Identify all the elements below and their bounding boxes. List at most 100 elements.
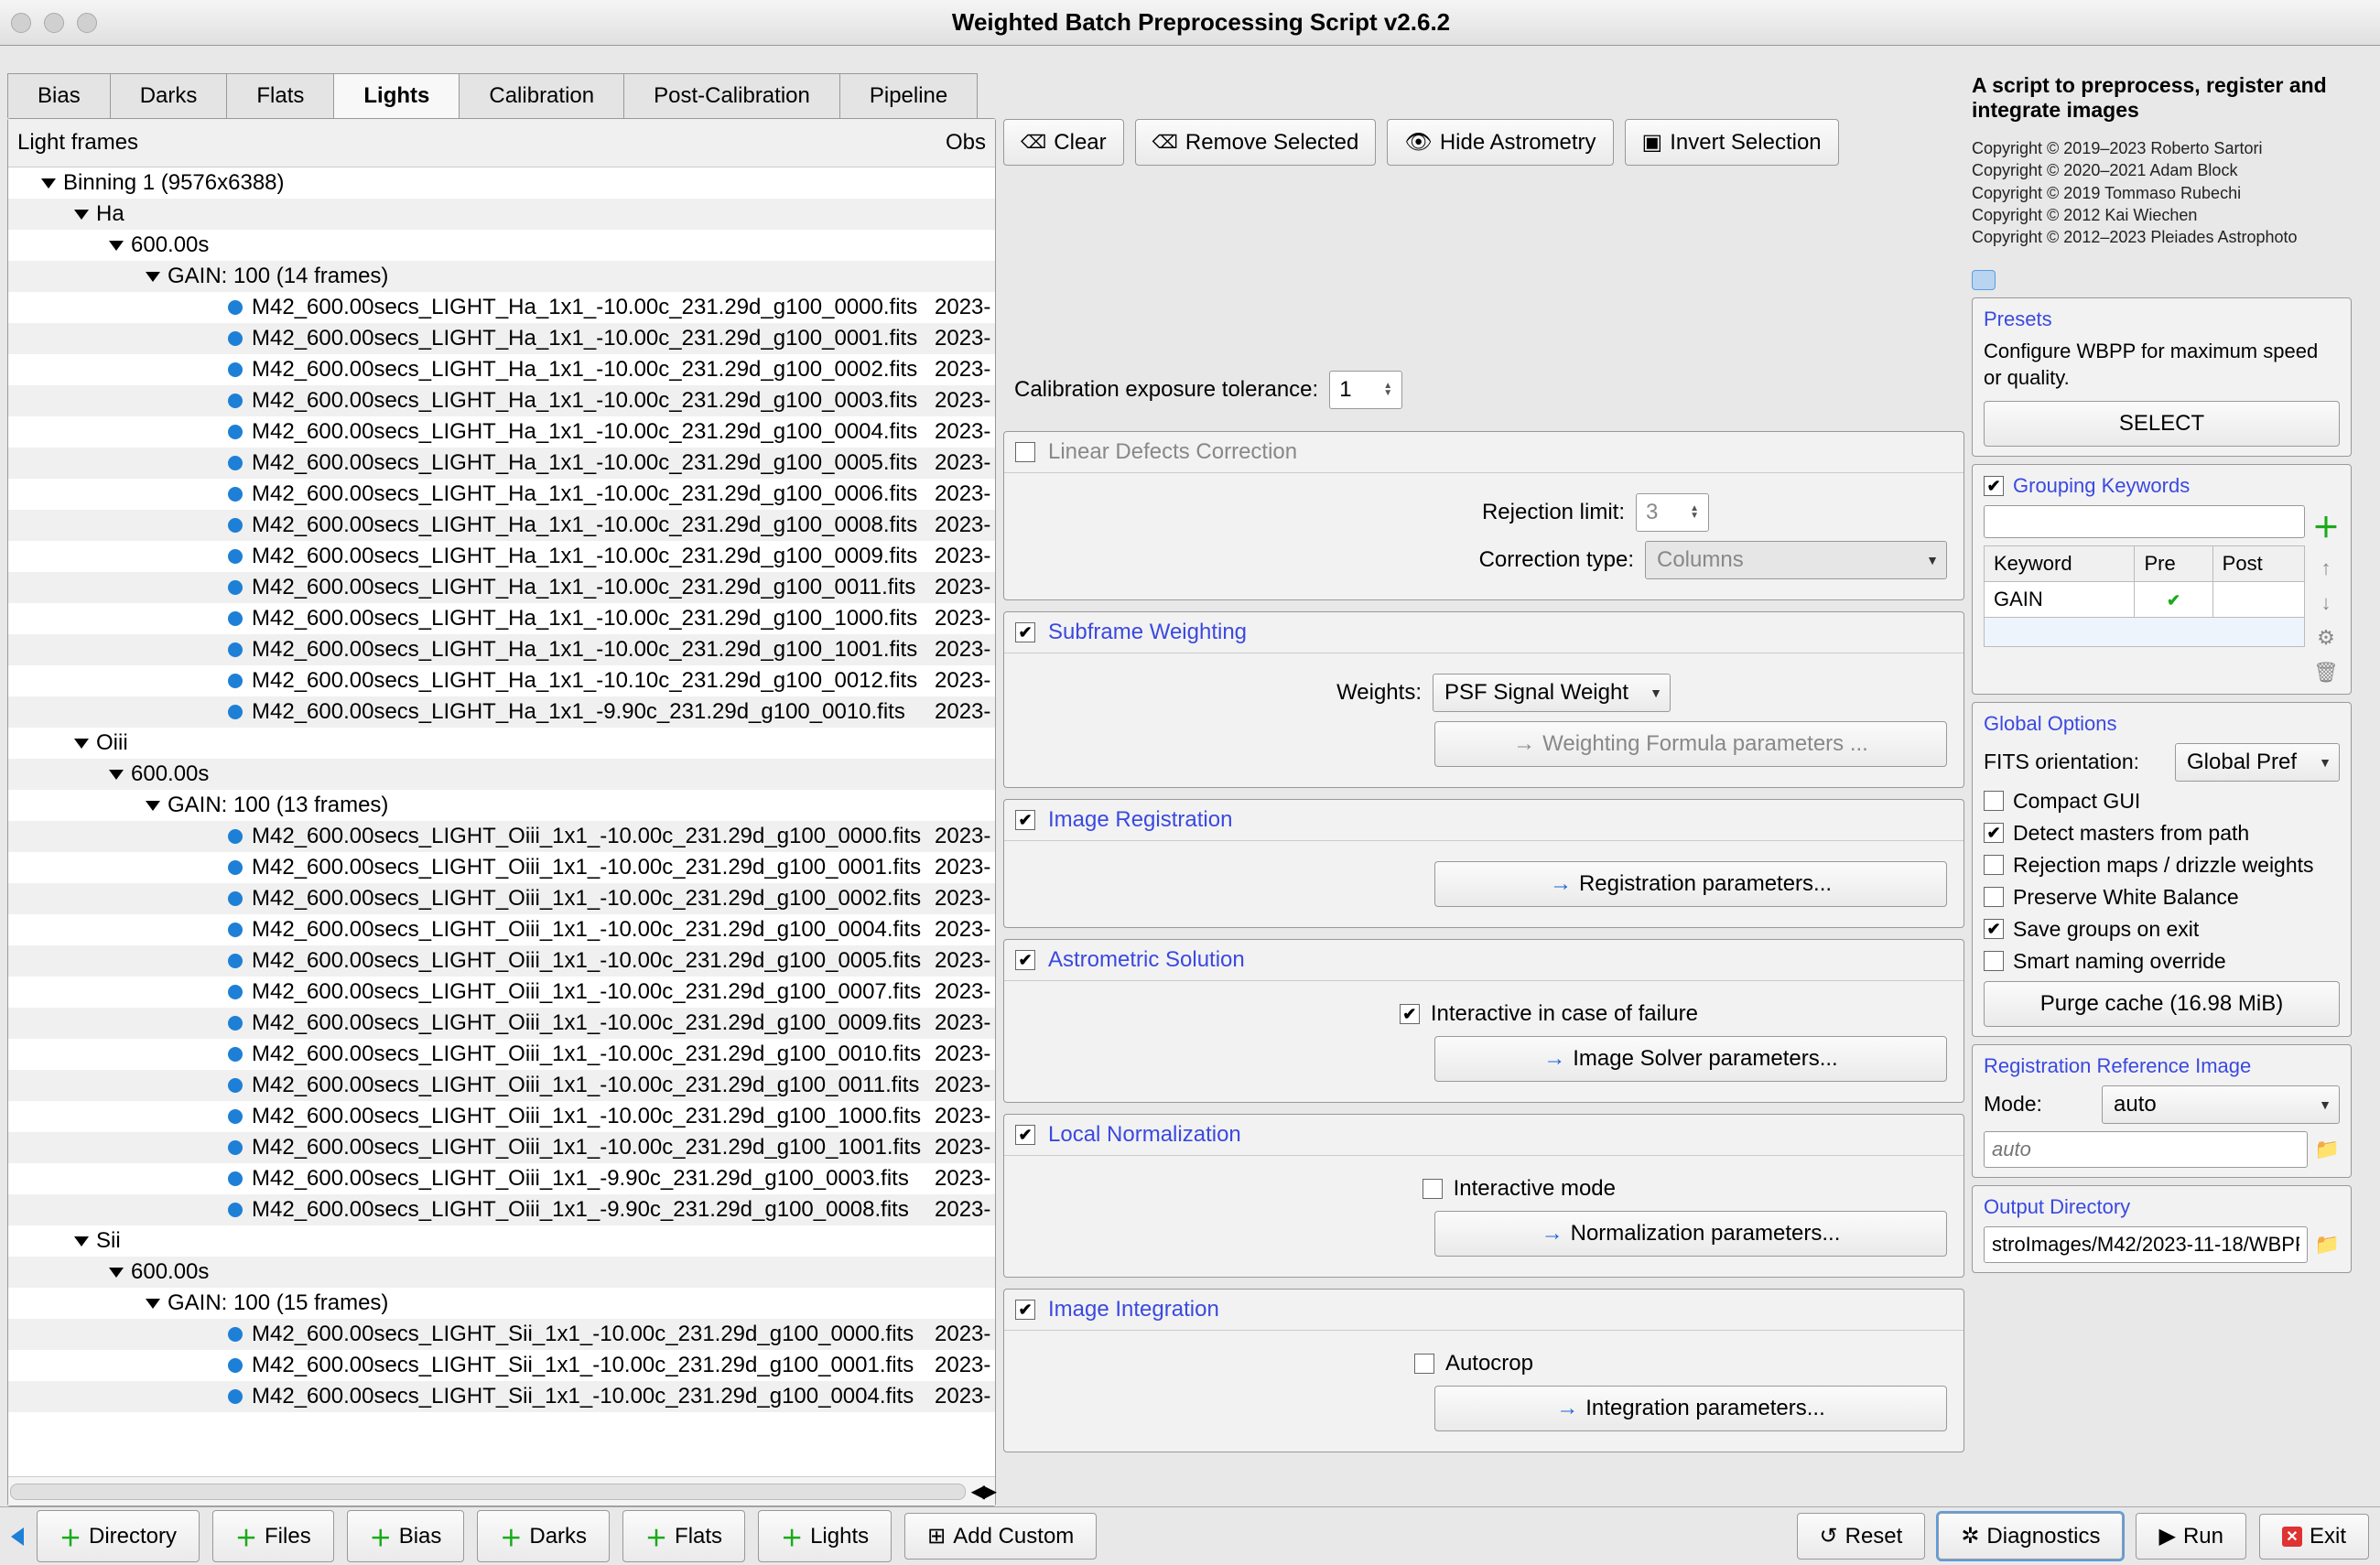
minimize-window[interactable] (44, 13, 64, 33)
tree-file-row[interactable]: M42_600.00secs_LIGHT_Oiii_1x1_-10.00c_23… (8, 852, 995, 883)
tree-file-row[interactable]: M42_600.00secs_LIGHT_Ha_1x1_-10.00c_231.… (8, 479, 995, 510)
expand-icon[interactable] (109, 770, 124, 780)
tree-file-row[interactable]: M42_600.00secs_LIGHT_Ha_1x1_-10.00c_231.… (8, 385, 995, 416)
tree-file-row[interactable]: M42_600.00secs_LIGHT_Oiii_1x1_-10.00c_23… (8, 1008, 995, 1039)
tab-flats[interactable]: Flats (226, 73, 334, 118)
preserve-wb-checkbox[interactable] (1984, 887, 2004, 907)
tree-group-row[interactable]: GAIN: 100 (14 frames) (8, 261, 995, 292)
rejection-maps-checkbox[interactable] (1984, 855, 2004, 875)
add-flats-button[interactable]: ＋Flats (622, 1510, 745, 1562)
grouping-keyword-input[interactable] (1984, 505, 2305, 538)
image-integration-checkbox[interactable] (1015, 1300, 1035, 1320)
tree-file-row[interactable]: M42_600.00secs_LIGHT_Oiii_1x1_-10.00c_23… (8, 914, 995, 945)
tree-file-row[interactable]: M42_600.00secs_LIGHT_Sii_1x1_-10.00c_231… (8, 1319, 995, 1350)
tree-file-row[interactable]: M42_600.00secs_LIGHT_Oiii_1x1_-10.00c_23… (8, 1039, 995, 1070)
gear-icon[interactable]: ⚙ (2317, 626, 2335, 650)
exit-button[interactable]: ✕Exit (2259, 1514, 2369, 1560)
tree-group-row[interactable]: GAIN: 100 (13 frames) (8, 790, 995, 821)
clear-button[interactable]: ⌫Clear (1003, 119, 1124, 166)
diagnostics-button[interactable]: ✲Diagnostics (1938, 1513, 2123, 1560)
tree-file-row[interactable]: M42_600.00secs_LIGHT_Oiii_1x1_-10.00c_23… (8, 1070, 995, 1101)
reset-button[interactable]: ↺Reset (1797, 1513, 1926, 1560)
move-up-button[interactable]: ↑ (2321, 556, 2331, 580)
tree-file-row[interactable]: M42_600.00secs_LIGHT_Oiii_1x1_-10.00c_23… (8, 821, 995, 852)
presets-select-button[interactable]: SELECT (1984, 401, 2340, 447)
tree-file-row[interactable]: M42_600.00secs_LIGHT_Sii_1x1_-10.00c_231… (8, 1350, 995, 1381)
expand-icon[interactable] (74, 210, 89, 220)
tree-file-row[interactable]: M42_600.00secs_LIGHT_Ha_1x1_-10.00c_231.… (8, 323, 995, 354)
add-bias-button[interactable]: ＋Bias (347, 1510, 465, 1562)
tree-file-row[interactable]: M42_600.00secs_LIGHT_Oiii_1x1_-9.90c_231… (8, 1194, 995, 1225)
run-button[interactable]: ▶Run (2136, 1513, 2246, 1560)
add-custom-button[interactable]: ⊞Add Custom (904, 1513, 1097, 1560)
tree-file-row[interactable]: M42_600.00secs_LIGHT_Oiii_1x1_-10.00c_23… (8, 977, 995, 1008)
tree-file-row[interactable]: M42_600.00secs_LIGHT_Ha_1x1_-10.00c_231.… (8, 292, 995, 323)
tree-file-row[interactable]: M42_600.00secs_LIGHT_Oiii_1x1_-10.00c_23… (8, 1101, 995, 1132)
tab-post-calibration[interactable]: Post-Calibration (623, 73, 840, 118)
save-groups-checkbox[interactable] (1984, 919, 2004, 939)
tree-group-row[interactable]: Ha (8, 199, 995, 230)
kw-row[interactable]: GAIN (1985, 581, 2305, 617)
close-window[interactable] (11, 13, 31, 33)
expand-icon[interactable] (146, 801, 160, 811)
speech-bubble-icon[interactable] (1972, 270, 1996, 290)
add-darks-button[interactable]: ＋Darks (477, 1510, 610, 1562)
output-directory-input[interactable] (1984, 1226, 2308, 1263)
fits-orientation-select[interactable]: Global Pref▼ (2175, 743, 2340, 782)
tree-file-row[interactable]: M42_600.00secs_LIGHT_Ha_1x1_-10.00c_231.… (8, 510, 995, 541)
expand-icon[interactable] (74, 739, 89, 749)
tree-file-row[interactable]: M42_600.00secs_LIGHT_Ha_1x1_-10.00c_231.… (8, 448, 995, 479)
expand-icon[interactable] (74, 1236, 89, 1247)
collapse-icon[interactable] (11, 1527, 24, 1546)
expand-icon[interactable] (146, 272, 160, 282)
astrometric-solution-checkbox[interactable] (1015, 950, 1035, 970)
expand-icon[interactable] (109, 1268, 124, 1278)
tab-lights[interactable]: Lights (333, 73, 460, 118)
invert-selection-button[interactable]: ▣Invert Selection (1625, 119, 1839, 166)
tree-file-row[interactable]: M42_600.00secs_LIGHT_Ha_1x1_-10.00c_231.… (8, 541, 995, 572)
expand-icon[interactable] (41, 178, 56, 189)
tree-file-row[interactable]: M42_600.00secs_LIGHT_Sii_1x1_-10.00c_231… (8, 1381, 995, 1412)
add-lights-button[interactable]: ＋Lights (758, 1510, 892, 1562)
tree-file-row[interactable]: M42_600.00secs_LIGHT_Ha_1x1_-10.00c_231.… (8, 354, 995, 385)
tree-file-row[interactable]: M42_600.00secs_LIGHT_Oiii_1x1_-10.00c_23… (8, 1132, 995, 1163)
local-normalization-checkbox[interactable] (1015, 1125, 1035, 1145)
tree-file-row[interactable]: M42_600.00secs_LIGHT_Ha_1x1_-10.10c_231.… (8, 665, 995, 696)
smart-naming-checkbox[interactable] (1984, 951, 2004, 971)
folder-icon[interactable]: 📁 (2315, 1233, 2340, 1257)
grouping-keywords-checkbox[interactable] (1984, 476, 2004, 496)
tree-file-row[interactable]: M42_600.00secs_LIGHT_Ha_1x1_-10.00c_231.… (8, 416, 995, 448)
reg-ref-mode-select[interactable]: auto▼ (2102, 1085, 2340, 1124)
move-down-button[interactable]: ↓ (2321, 591, 2331, 615)
add-directory-button[interactable]: ＋Directory (37, 1510, 200, 1562)
registration-parameters-button[interactable]: →Registration parameters... (1434, 861, 1947, 907)
tab-bias[interactable]: Bias (7, 73, 111, 118)
tree-group-row[interactable]: 600.00s (8, 1257, 995, 1288)
add-keyword-button[interactable]: ＋ (2312, 505, 2340, 545)
tab-darks[interactable]: Darks (110, 73, 228, 118)
image-solver-parameters-button[interactable]: →Image Solver parameters... (1434, 1036, 1947, 1082)
weights-select[interactable]: PSF Signal Weight▼ (1433, 674, 1671, 712)
tab-calibration[interactable]: Calibration (459, 73, 624, 118)
tree-file-row[interactable]: M42_600.00secs_LIGHT_Oiii_1x1_-10.00c_23… (8, 883, 995, 914)
expand-icon[interactable] (109, 241, 124, 251)
compact-gui-checkbox[interactable] (1984, 791, 2004, 811)
image-registration-checkbox[interactable] (1015, 810, 1035, 830)
zoom-window[interactable] (77, 13, 97, 33)
integration-parameters-button[interactable]: →Integration parameters... (1434, 1386, 1947, 1431)
normalization-parameters-button[interactable]: →Normalization parameters... (1434, 1211, 1947, 1257)
linear-defects-checkbox[interactable] (1015, 442, 1035, 462)
purge-cache-button[interactable]: Purge cache (16.98 MiB) (1984, 981, 2340, 1027)
add-files-button[interactable]: ＋Files (212, 1510, 334, 1562)
tab-pipeline[interactable]: Pipeline (839, 73, 978, 118)
tree-file-row[interactable]: M42_600.00secs_LIGHT_Oiii_1x1_-10.00c_23… (8, 945, 995, 977)
astrometric-interactive-checkbox[interactable] (1400, 1004, 1420, 1024)
tree-file-row[interactable]: M42_600.00secs_LIGHT_Ha_1x1_-10.00c_231.… (8, 634, 995, 665)
tree-body[interactable]: Binning 1 (9576x6388)Ha600.00sGAIN: 100 … (8, 167, 995, 1476)
subframe-weighting-checkbox[interactable] (1015, 622, 1035, 642)
tree-group-row[interactable]: GAIN: 100 (15 frames) (8, 1288, 995, 1319)
local-norm-interactive-checkbox[interactable] (1423, 1179, 1443, 1199)
tree-group-row[interactable]: 600.00s (8, 230, 995, 261)
autocrop-checkbox[interactable] (1414, 1354, 1434, 1374)
trash-icon[interactable]: 🗑 (2313, 661, 2339, 685)
